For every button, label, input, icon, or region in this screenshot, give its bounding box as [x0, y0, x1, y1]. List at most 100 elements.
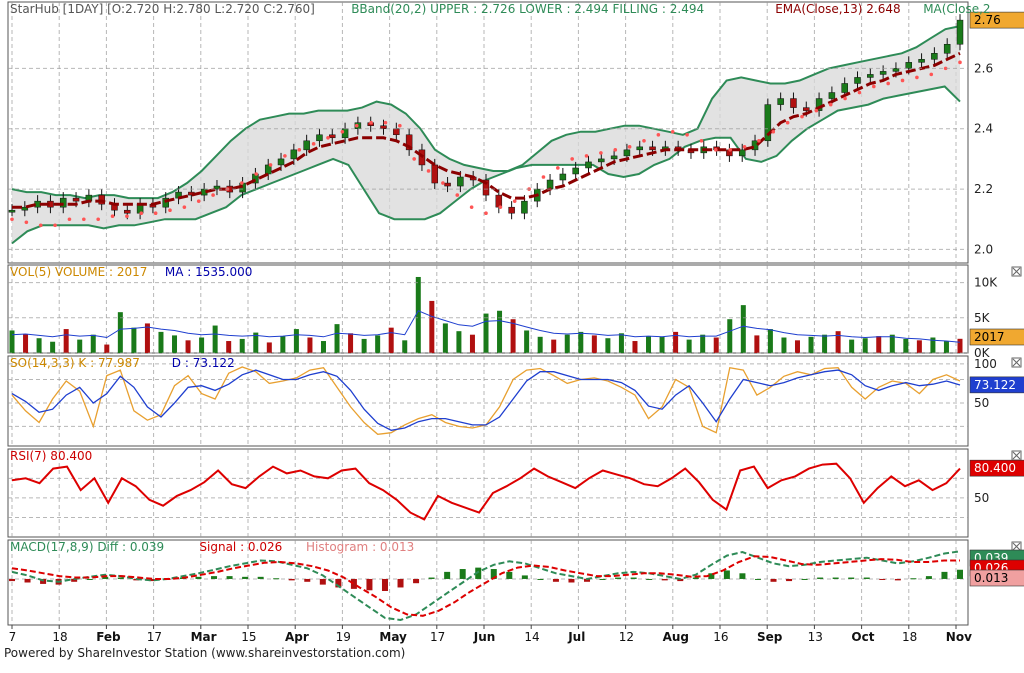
- macd-histogram-bar: [615, 577, 622, 579]
- macd-histogram-bar: [599, 578, 606, 580]
- panel-header-price-1: BBand(20,2) UPPER : 2.726 LOWER : 2.494 …: [351, 2, 704, 16]
- candle: [508, 206, 515, 214]
- volume-bar: [348, 333, 354, 353]
- macd-histogram-bar: [568, 578, 575, 583]
- panel-header-macd-0: MACD(17,8,9) Diff : 0.039: [10, 540, 164, 554]
- sar-dot: [699, 138, 704, 143]
- volume-bar: [862, 338, 868, 353]
- candle: [790, 98, 797, 108]
- sar-dot: [785, 120, 790, 125]
- volume-bar: [524, 330, 530, 353]
- sar-dot: [556, 166, 560, 170]
- candle: [636, 146, 643, 151]
- xtick-label: 18: [52, 630, 67, 644]
- sar-dot: [958, 60, 962, 65]
- macd-histogram-bar: [273, 578, 280, 580]
- volume-bar: [578, 331, 584, 353]
- ytick-rsi: 50: [974, 491, 989, 505]
- sar-dot: [828, 102, 833, 107]
- volume-bar: [903, 338, 909, 353]
- sar-dot: [512, 199, 517, 203]
- panel-header-volume-1: MA : 1535.000: [165, 265, 253, 279]
- sar-dot: [211, 193, 215, 197]
- volume-bar: [293, 329, 299, 353]
- volume-bar: [9, 330, 15, 353]
- macd-histogram-bar: [226, 576, 233, 579]
- stock-chart: 2.6 2.4 2.2 2.0 2.76 StarHub [1DAY] [O:2.720 …: [0, 0, 1024, 669]
- volume-last-tag: 2017: [974, 330, 1005, 344]
- macd-histogram-bar: [786, 578, 793, 582]
- xtick-label: Jul: [567, 630, 585, 644]
- volume-bar: [754, 335, 760, 353]
- candle: [495, 194, 503, 208]
- volume-bar: [849, 339, 855, 353]
- candle: [444, 182, 451, 187]
- candle: [521, 200, 528, 214]
- volume-bar: [632, 341, 638, 353]
- xtick-label: 15: [241, 630, 256, 644]
- candle: [956, 19, 964, 45]
- panel-header-price-3: MA(Close,2: [923, 2, 990, 16]
- volume-bar: [727, 319, 733, 353]
- sar-dot: [96, 217, 100, 222]
- xtick-label: Jun: [473, 630, 496, 644]
- volume-bar: [334, 324, 340, 353]
- xtick-label: 12: [619, 630, 634, 644]
- xtick-label: 17: [430, 630, 445, 644]
- volume-bar: [483, 313, 489, 353]
- sar-dot: [412, 157, 416, 161]
- sar-dot: [728, 148, 732, 152]
- panel-frame-price: [7, 1, 969, 264]
- volume-bar: [713, 337, 719, 353]
- panel-header-volume-0: VOL(5) VOLUME : 2017: [10, 265, 147, 279]
- sar-dot: [254, 172, 258, 176]
- volume-bar: [280, 336, 286, 353]
- macd-histogram-bar: [754, 578, 761, 580]
- macd-histogram-bar: [739, 573, 746, 579]
- sar-dot: [67, 217, 72, 222]
- volume-bar: [388, 327, 394, 353]
- xtick-label: 18: [902, 630, 917, 644]
- volume-bar: [361, 338, 367, 353]
- macd-histogram-bar: [848, 577, 855, 579]
- macd-histogram-bar: [506, 571, 513, 579]
- footer-credit: Powered by ShareInvestor Station (www.sh…: [4, 646, 406, 660]
- xtick-label: Oct: [851, 630, 874, 644]
- sar-dot: [354, 123, 359, 128]
- sar-dot: [82, 217, 86, 222]
- macd-histogram-bar: [770, 578, 777, 582]
- candle: [559, 173, 567, 181]
- macd-histogram-tag: 0.013: [974, 571, 1008, 585]
- sar-dot: [240, 181, 244, 185]
- macd-histogram-bar: [304, 578, 311, 582]
- volume-bar: [794, 340, 800, 353]
- macd-histogram-bar: [941, 571, 948, 579]
- ytick-price: 2.4: [974, 122, 993, 136]
- panel-header-stochastic-1: D : 73.122: [172, 356, 235, 370]
- sar-dot: [139, 211, 144, 216]
- panel-header-rsi-0: RSI(7) 80.400: [10, 449, 92, 463]
- sar-dot: [570, 157, 574, 161]
- candle: [931, 53, 938, 60]
- candle: [59, 197, 67, 208]
- volume-bar: [876, 336, 882, 353]
- sar-dot: [599, 151, 603, 155]
- macd-histogram-bar: [24, 578, 31, 583]
- xtick-label: Nov: [946, 630, 972, 644]
- panel-header-stochastic-0: SO(14,3,3) K : 77.987: [10, 356, 140, 370]
- sar-dot: [10, 217, 14, 222]
- volume-bar: [591, 335, 597, 353]
- panel-header-macd-2: Histogram : 0.013: [306, 540, 414, 554]
- candle: [943, 43, 951, 54]
- volume-bar: [808, 336, 814, 353]
- candle: [585, 161, 592, 169]
- volume-bar: [375, 335, 381, 353]
- sar-dot: [484, 211, 488, 216]
- sar-dot: [742, 145, 747, 149]
- sar-dot: [326, 135, 330, 140]
- macd-histogram-bar: [366, 578, 373, 591]
- sar-dot: [771, 129, 776, 134]
- macd-histogram-bar: [723, 570, 730, 579]
- sar-dot: [125, 214, 129, 219]
- candle: [828, 92, 836, 99]
